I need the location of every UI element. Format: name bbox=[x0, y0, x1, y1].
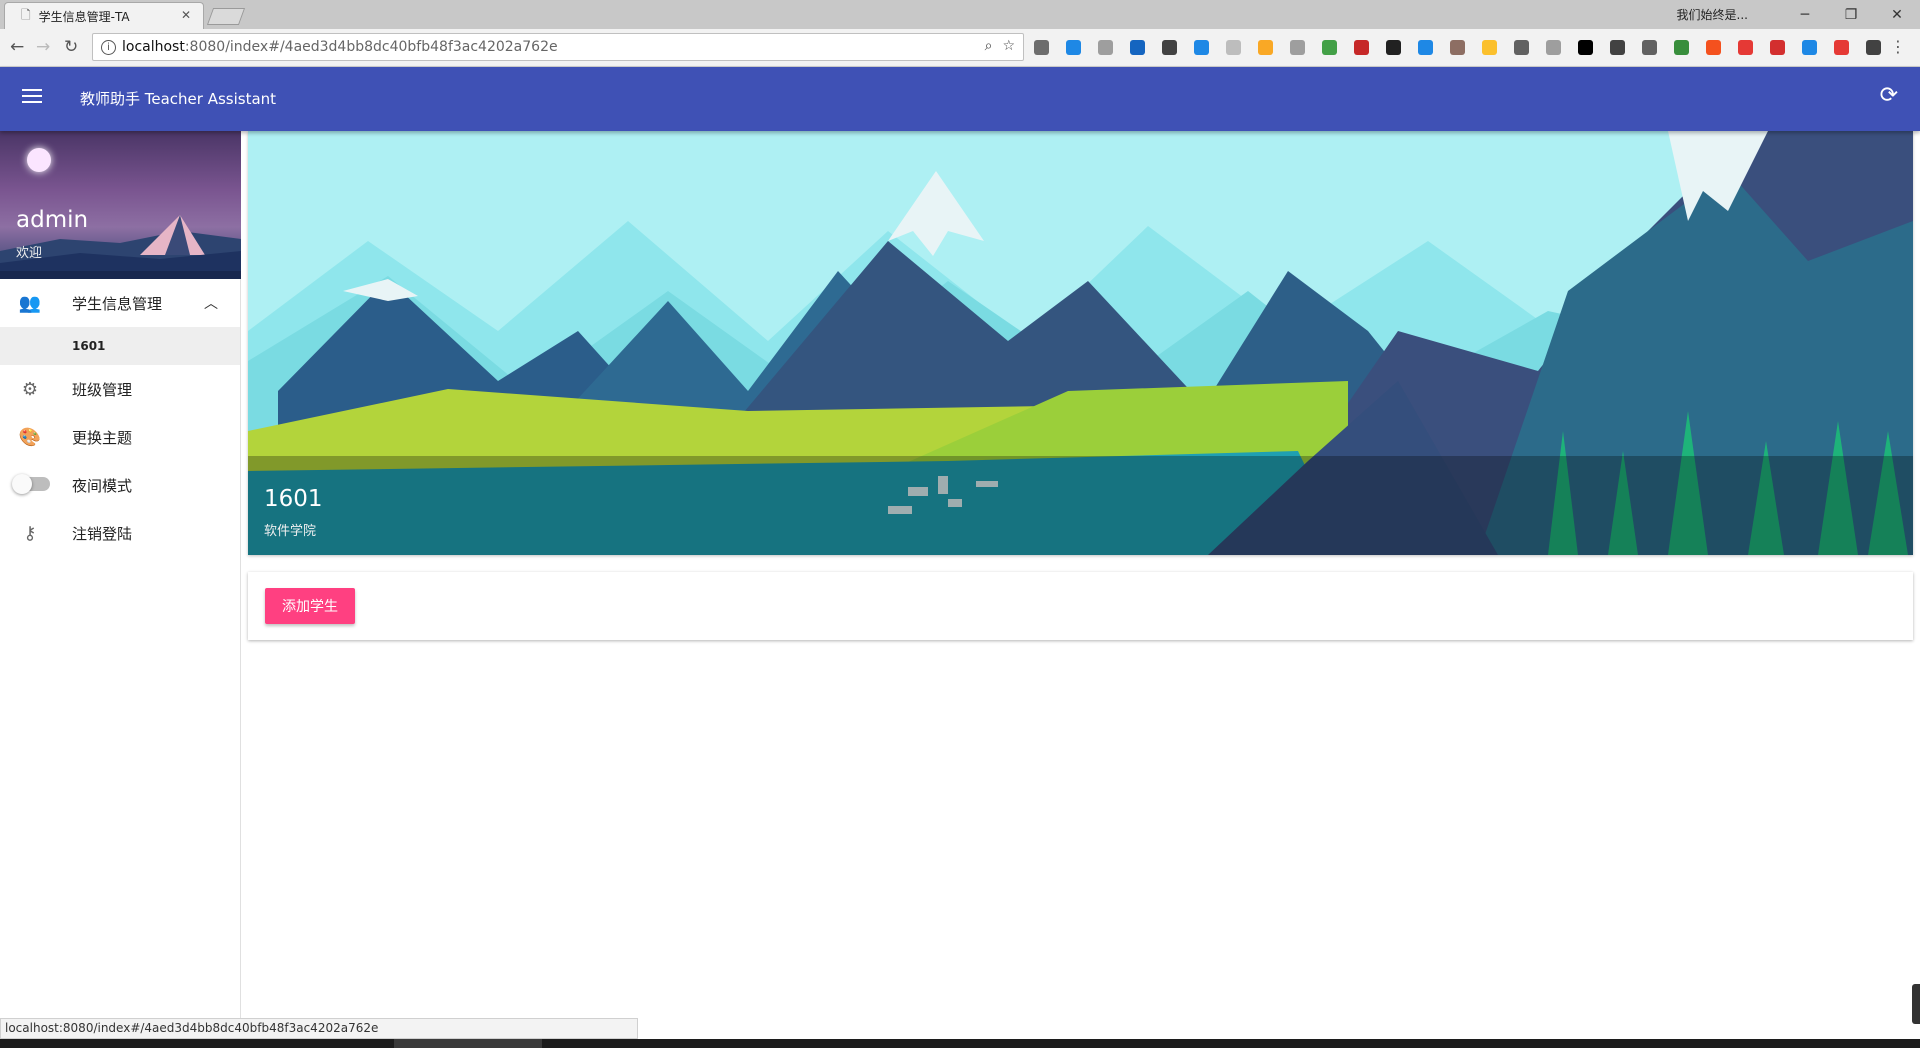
tab-title: 学生信息管理-TA bbox=[38, 9, 130, 24]
ext-3-icon[interactable] bbox=[1092, 36, 1118, 58]
new-tab-button[interactable] bbox=[206, 8, 246, 25]
reload-icon[interactable]: ↻ bbox=[64, 37, 78, 57]
ext-22-icon[interactable] bbox=[1700, 36, 1726, 58]
nav-item-class-management[interactable]: ⚙ 班级管理 bbox=[0, 365, 240, 413]
ext-7-icon[interactable] bbox=[1220, 36, 1246, 58]
url-path: :8080/index#/4aed3d4bb8dc40bfb48f3ac4202… bbox=[184, 39, 558, 55]
minimize-icon[interactable]: ─ bbox=[1782, 7, 1828, 23]
actions-card: 添加学生 bbox=[248, 572, 1913, 640]
nav-subitem-class[interactable]: 1601 bbox=[0, 327, 240, 365]
info-icon[interactable]: i bbox=[101, 39, 116, 55]
ext-25-icon[interactable] bbox=[1796, 36, 1822, 58]
ext-19-icon[interactable] bbox=[1604, 36, 1630, 58]
evernote-ext-icon[interactable] bbox=[1156, 36, 1182, 58]
ext-9-icon[interactable] bbox=[1284, 36, 1310, 58]
night-mode-toggle[interactable] bbox=[12, 474, 50, 494]
app-title: 教师助手 Teacher Assistant bbox=[80, 90, 277, 108]
menu-icon[interactable] bbox=[22, 89, 42, 107]
ext-17-icon[interactable] bbox=[1540, 36, 1566, 58]
forward-icon[interactable]: → bbox=[36, 37, 50, 57]
ext-6-icon[interactable] bbox=[1188, 36, 1214, 58]
tab-close-icon[interactable]: ✕ bbox=[181, 8, 191, 22]
translate-ext-icon[interactable] bbox=[1412, 36, 1438, 58]
nav-item-label: 夜间模式 bbox=[72, 476, 133, 495]
os-taskbar bbox=[0, 1039, 1920, 1048]
map-pin-ext-icon[interactable] bbox=[1828, 36, 1854, 58]
chevron-up-icon[interactable]: ︿ bbox=[204, 293, 218, 313]
nav-item-label: 学生信息管理 bbox=[72, 294, 163, 313]
back-icon[interactable]: ← bbox=[10, 37, 24, 57]
ext-21-icon[interactable] bbox=[1668, 36, 1694, 58]
ext-14-icon[interactable] bbox=[1444, 36, 1470, 58]
side-panel-handle[interactable] bbox=[1912, 984, 1920, 1024]
zoom-icon[interactable]: ⌕ bbox=[985, 38, 993, 54]
app-bar: 教师助手 Teacher Assistant ⟳ bbox=[0, 67, 1920, 131]
ext-23-icon[interactable] bbox=[1732, 36, 1758, 58]
nav-item-theme[interactable]: 🎨 更换主题 bbox=[0, 413, 240, 461]
navigation-drawer: admin 欢迎 👥 学生信息管理 ︿ 1601 ⚙ 班级管理 🎨 更换主题 夜… bbox=[0, 131, 241, 1018]
extensions-bar bbox=[1028, 36, 1886, 58]
user-name: admin bbox=[16, 207, 89, 233]
fe-ext-icon[interactable] bbox=[1764, 36, 1790, 58]
angular-ext-icon[interactable] bbox=[1508, 36, 1534, 58]
ext-2-icon[interactable] bbox=[1060, 36, 1086, 58]
browser-toolbar: ← → ↻ i localhost :8080/index#/4aed3d4bb… bbox=[0, 29, 1920, 67]
nav-item-label: 班级管理 bbox=[72, 380, 133, 399]
ext-8-icon[interactable] bbox=[1252, 36, 1278, 58]
status-bar-url: localhost:8080/index#/4aed3d4bb8dc40bfb4… bbox=[0, 1018, 638, 1039]
address-bar[interactable]: i localhost :8080/index#/4aed3d4bb8dc40b… bbox=[92, 33, 1024, 61]
close-window-icon[interactable]: ✕ bbox=[1874, 7, 1920, 23]
url-host: localhost bbox=[122, 39, 185, 55]
nav-item-label: 注销登陆 bbox=[72, 524, 133, 543]
restore-icon[interactable]: ❐ bbox=[1828, 7, 1874, 23]
ext-12-icon[interactable] bbox=[1380, 36, 1406, 58]
calendar-ext-icon[interactable] bbox=[1124, 36, 1150, 58]
browser-tabstrip: 🗋 学生信息管理-TA ✕ 我们始终是... ─ ❐ ✕ bbox=[0, 0, 1920, 29]
class-hero-card: 1601 软件学院 bbox=[248, 131, 1913, 555]
hero-caption-band bbox=[248, 456, 1913, 555]
drawer-header: admin 欢迎 bbox=[0, 131, 241, 279]
browser-tab[interactable]: 🗋 学生信息管理-TA ✕ bbox=[4, 2, 204, 29]
page-icon: 🗋 bbox=[21, 7, 31, 22]
moon-icon bbox=[27, 148, 51, 172]
class-title: 1601 bbox=[264, 486, 323, 512]
add-student-button[interactable]: 添加学生 bbox=[265, 588, 355, 624]
window-controls: 我们始终是... ─ ❐ ✕ bbox=[1677, 0, 1920, 29]
college-name: 软件学院 bbox=[264, 524, 317, 539]
vue-ext-icon[interactable] bbox=[1636, 36, 1662, 58]
ext-27-icon[interactable] bbox=[1860, 36, 1886, 58]
greeting-text: 欢迎 bbox=[16, 246, 43, 261]
palette-icon: 🎨 bbox=[18, 426, 42, 448]
gear-icon: ⚙ bbox=[21, 378, 39, 400]
chrome-ext-icon[interactable] bbox=[1316, 36, 1342, 58]
jb-ext-icon[interactable] bbox=[1572, 36, 1598, 58]
refresh-icon[interactable]: ⟳ bbox=[1880, 83, 1898, 108]
key-icon: ⚷ bbox=[23, 522, 37, 544]
pdf-ext-icon[interactable] bbox=[1348, 36, 1374, 58]
ext-15-icon[interactable] bbox=[1476, 36, 1502, 58]
nav-item-logout[interactable]: ⚷ 注销登陆 bbox=[0, 509, 240, 557]
browser-menu-icon[interactable]: ⋮ bbox=[1890, 37, 1906, 56]
nav-item-night-mode[interactable]: 夜间模式 bbox=[0, 461, 240, 509]
profile-name[interactable]: 我们始终是... bbox=[1677, 6, 1748, 23]
off-ext-icon[interactable] bbox=[1028, 36, 1054, 58]
nav-item-student-info[interactable]: 👥 学生信息管理 ︿ bbox=[0, 279, 240, 327]
people-icon: 👥 bbox=[18, 292, 42, 314]
nav-item-label: 更换主题 bbox=[72, 428, 133, 447]
main-content: 1601 软件学院 添加学生 bbox=[248, 131, 1913, 640]
bookmark-star-icon[interactable]: ☆ bbox=[1002, 38, 1015, 54]
